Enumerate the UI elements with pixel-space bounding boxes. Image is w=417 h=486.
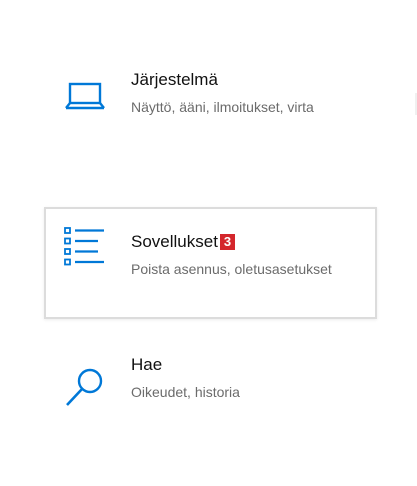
settings-item-subtitle: Näyttö, ääni, ilmoitukset, virta (131, 99, 314, 115)
apps-list-icon (64, 227, 106, 269)
settings-item-subtitle: Oikeudet, historia (131, 384, 240, 400)
settings-item-title-text: Sovellukset (131, 232, 218, 251)
settings-item-title: Sovellukset 3 (131, 232, 235, 252)
step-badge: 3 (219, 234, 235, 250)
settings-item-system[interactable]: Järjestelmä Näyttö, ääni, ilmoitukset, v… (44, 45, 377, 157)
settings-item-title: Hae (131, 355, 163, 374)
settings-item-search[interactable]: Hae Oikeudet, historia (44, 330, 377, 442)
settings-item-subtitle: Poista asennus, oletusasetukset (131, 261, 332, 277)
search-icon (64, 366, 106, 408)
laptop-icon (64, 75, 106, 117)
settings-item-title: Järjestelmä (131, 70, 218, 89)
settings-page: Järjestelmä Näyttö, ääni, ilmoitukset, v… (0, 0, 417, 486)
settings-item-apps[interactable]: Sovellukset 3 Poista asennus, oletusaset… (44, 207, 377, 319)
